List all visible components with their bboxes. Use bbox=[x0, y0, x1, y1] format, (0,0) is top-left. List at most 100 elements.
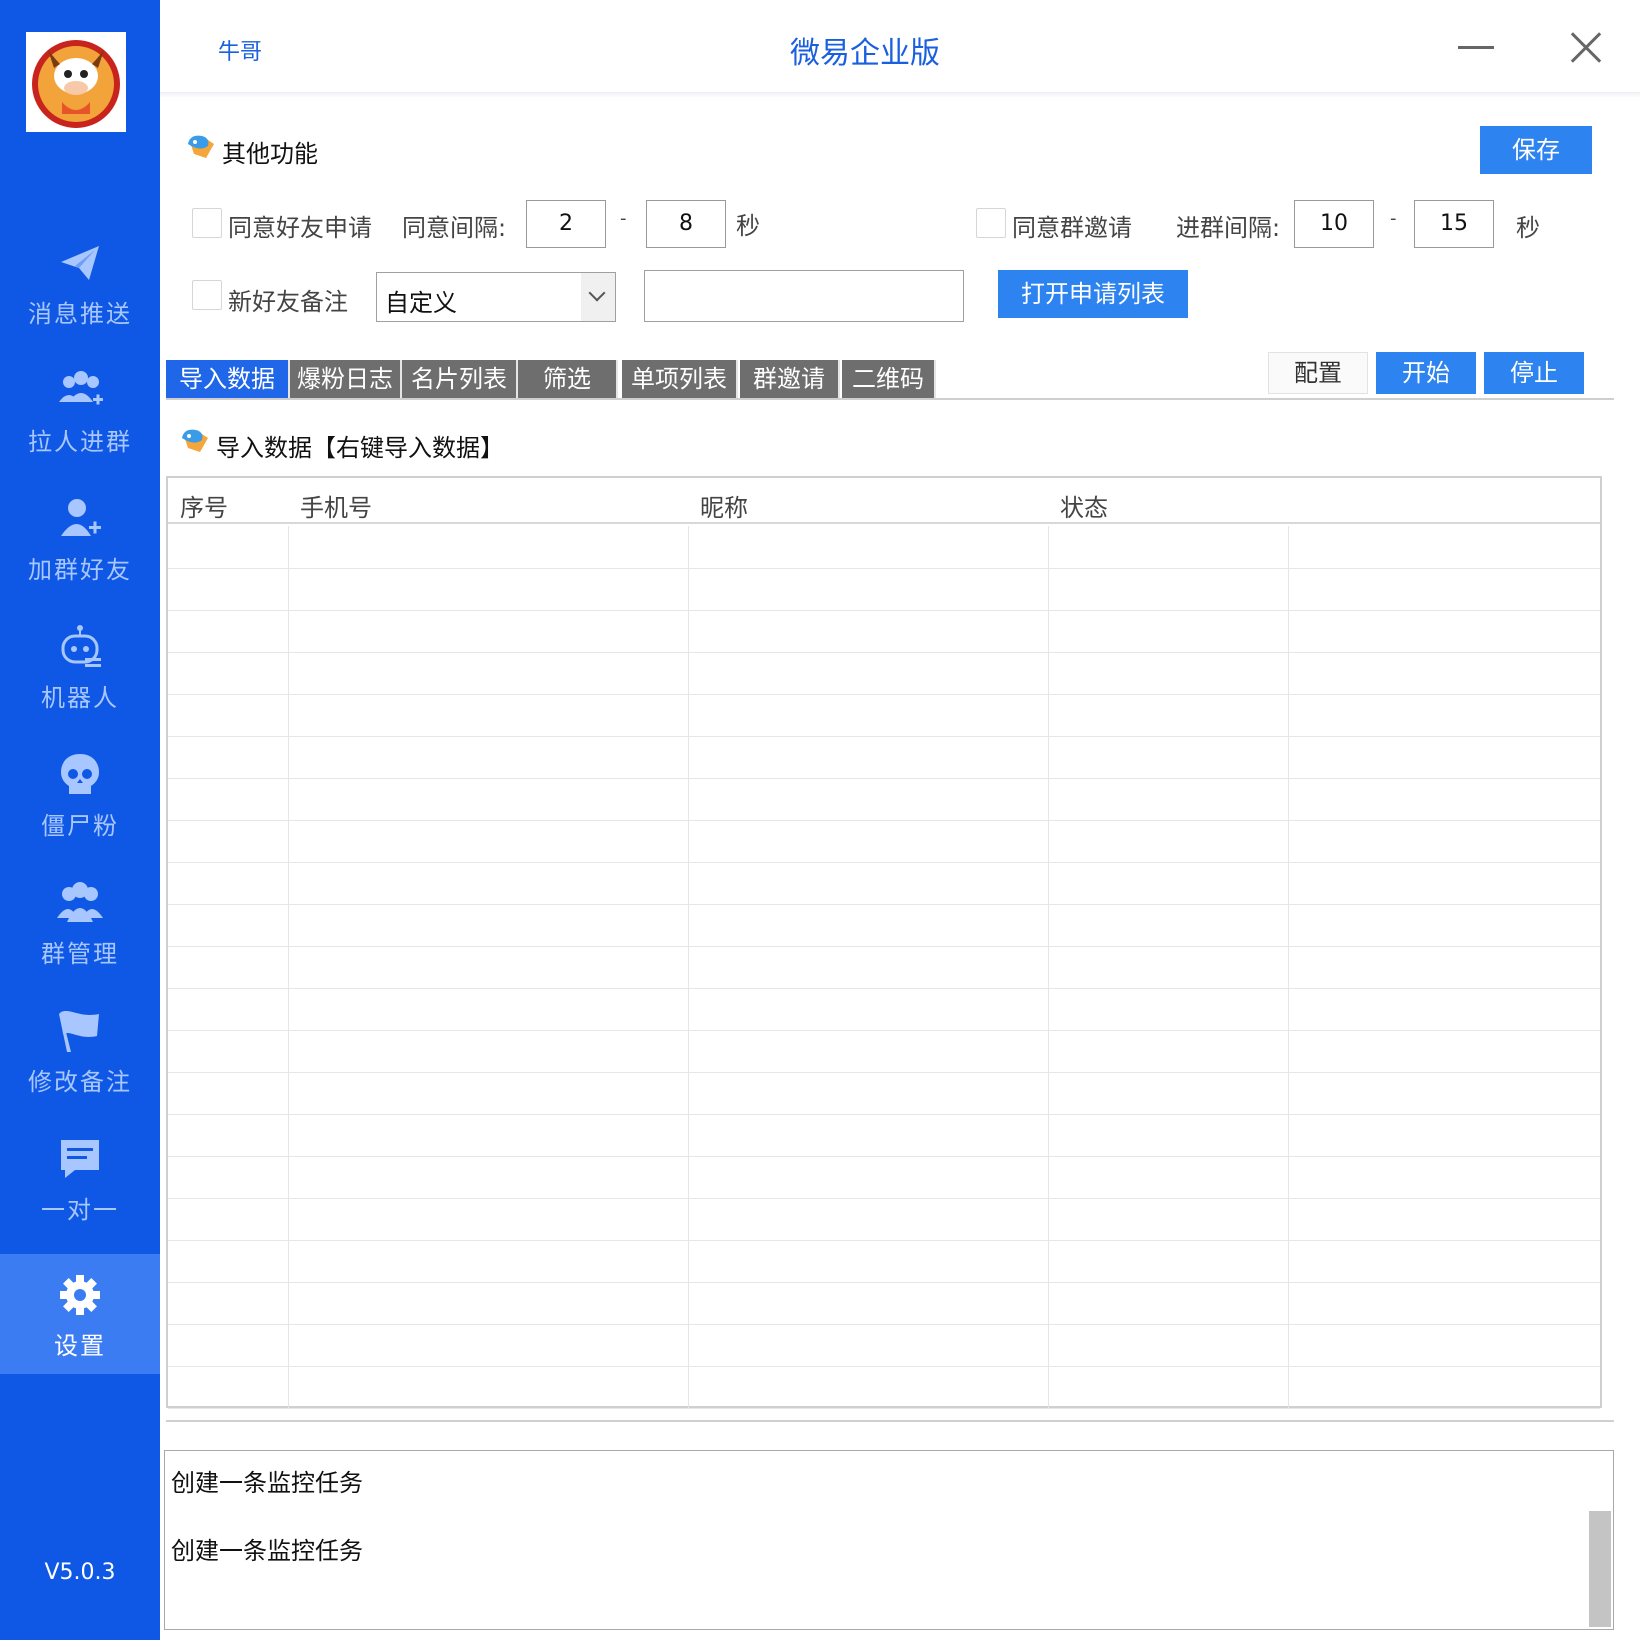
version-label: V5.0.3 bbox=[44, 1560, 116, 1585]
column-header-phone[interactable]: 手机号 bbox=[300, 488, 372, 523]
table-column-divider bbox=[1048, 526, 1049, 1408]
skull-icon bbox=[61, 754, 99, 794]
avatar[interactable] bbox=[26, 32, 126, 132]
log-output[interactable]: 创建一条监控任务 创建一条监控任务 bbox=[164, 1450, 1614, 1630]
agree-friend-request-label: 同意好友申请 bbox=[228, 214, 372, 242]
tab-divider bbox=[166, 398, 1614, 400]
sidebar-item-pull-into-group[interactable]: 拉人进群 bbox=[0, 350, 160, 470]
table-row-divider bbox=[168, 988, 1600, 989]
start-button[interactable]: 开始 bbox=[1376, 352, 1476, 394]
tab-qr-code[interactable]: 二维码 bbox=[842, 360, 936, 400]
data-table[interactable]: 序号 手机号 昵称 状态 bbox=[166, 476, 1602, 1409]
table-row-divider bbox=[168, 652, 1600, 653]
sidebar-item-label: 修改备注 bbox=[28, 1068, 132, 1096]
tab-group-invite[interactable]: 群邀请 bbox=[740, 360, 840, 400]
sidebar-item-message-push[interactable]: 消息推送 bbox=[0, 222, 160, 342]
agree-interval-max-input[interactable]: 8 bbox=[646, 200, 726, 248]
seconds-unit-label: 秒 bbox=[1516, 214, 1540, 242]
table-row-divider bbox=[168, 1114, 1600, 1115]
remark-type-value: 自定义 bbox=[385, 289, 457, 317]
user-add-icon bbox=[61, 499, 101, 536]
gear-icon bbox=[60, 1275, 100, 1315]
log-scrollbar[interactable] bbox=[1589, 1511, 1611, 1627]
tab-filter[interactable]: 筛选 bbox=[518, 360, 618, 400]
table-row-divider bbox=[168, 568, 1600, 569]
header-divider bbox=[160, 92, 1640, 98]
table-row-divider bbox=[168, 904, 1600, 905]
sidebar-item-zombie-fans[interactable]: 僵尸粉 bbox=[0, 734, 160, 854]
app-window: 消息推送 拉人进群 加群好友 机器人 僵尸粉 群管理 修改备注 一对一 设置 V… bbox=[0, 0, 1640, 1640]
table-column-divider bbox=[688, 526, 689, 1408]
sidebar-item-settings[interactable]: 设置 bbox=[0, 1254, 160, 1374]
sidebar-item-group-management[interactable]: 群管理 bbox=[0, 862, 160, 982]
seconds-unit-label: 秒 bbox=[736, 212, 760, 240]
close-button[interactable] bbox=[1566, 28, 1606, 68]
tab-single-list[interactable]: 单项列表 bbox=[622, 360, 738, 400]
tab-fan-log[interactable]: 爆粉日志 bbox=[290, 360, 402, 400]
sidebar-item-label: 机器人 bbox=[41, 684, 119, 712]
config-button[interactable]: 配置 bbox=[1268, 352, 1368, 394]
table-row-divider bbox=[168, 820, 1600, 821]
tag-icon bbox=[188, 135, 214, 158]
chat-bubble-icon bbox=[61, 1140, 99, 1178]
agree-group-invite-label: 同意群邀请 bbox=[1012, 214, 1132, 242]
table-header: 序号 手机号 昵称 状态 bbox=[168, 478, 1600, 524]
section-title-other-functions: 其他功能 bbox=[222, 140, 318, 168]
table-row-divider bbox=[168, 1072, 1600, 1073]
agree-interval-min-input[interactable]: 2 bbox=[526, 200, 606, 248]
section-title-import-data: 导入数据【右键导入数据】 bbox=[216, 434, 504, 462]
join-interval-min-input[interactable]: 10 bbox=[1294, 200, 1374, 248]
table-row-divider bbox=[168, 1240, 1600, 1241]
flag-icon bbox=[59, 1011, 99, 1052]
open-request-list-button[interactable]: 打开申请列表 bbox=[998, 270, 1188, 318]
table-divider bbox=[166, 1420, 1614, 1422]
remark-text-input[interactable] bbox=[644, 270, 964, 322]
sidebar: 消息推送 拉人进群 加群好友 机器人 僵尸粉 群管理 修改备注 一对一 设置 V… bbox=[0, 0, 160, 1640]
sidebar-item-label: 设置 bbox=[54, 1332, 106, 1360]
remark-type-select[interactable]: 自定义 bbox=[376, 272, 616, 322]
log-line: 创建一条监控任务 bbox=[171, 1537, 363, 1565]
table-row-divider bbox=[168, 1324, 1600, 1325]
join-interval-max-input[interactable]: 15 bbox=[1414, 200, 1494, 248]
chevron-down-icon[interactable] bbox=[581, 273, 615, 321]
sidebar-item-one-on-one[interactable]: 一对一 bbox=[0, 1118, 160, 1238]
table-row-divider bbox=[168, 736, 1600, 737]
column-header-status[interactable]: 状态 bbox=[1060, 488, 1108, 523]
stop-button[interactable]: 停止 bbox=[1484, 352, 1584, 394]
table-row-divider bbox=[168, 1156, 1600, 1157]
sidebar-item-label: 群管理 bbox=[41, 940, 119, 968]
join-interval-label: 进群间隔: bbox=[1176, 214, 1281, 242]
agree-group-invite-checkbox[interactable] bbox=[976, 208, 1006, 238]
sidebar-item-add-group-friends[interactable]: 加群好友 bbox=[0, 478, 160, 598]
user-name: 牛哥 bbox=[218, 40, 263, 65]
robot-icon bbox=[61, 625, 101, 667]
tag-icon bbox=[182, 429, 208, 452]
sidebar-item-label: 消息推送 bbox=[28, 300, 132, 328]
table-row-divider bbox=[168, 946, 1600, 947]
range-dash: - bbox=[1390, 208, 1397, 229]
column-header-index[interactable]: 序号 bbox=[180, 488, 228, 523]
table-row-divider bbox=[168, 1408, 1600, 1409]
table-row-divider bbox=[168, 610, 1600, 611]
table-row-divider bbox=[168, 1366, 1600, 1367]
save-button[interactable]: 保存 bbox=[1480, 126, 1592, 174]
table-column-divider bbox=[1288, 526, 1289, 1408]
log-line: 创建一条监控任务 bbox=[171, 1469, 363, 1497]
sidebar-item-robot[interactable]: 机器人 bbox=[0, 606, 160, 726]
sidebar-item-edit-remark[interactable]: 修改备注 bbox=[0, 990, 160, 1110]
range-dash: - bbox=[620, 208, 627, 229]
sidebar-item-label: 加群好友 bbox=[28, 556, 132, 584]
column-header-nickname[interactable]: 昵称 bbox=[700, 488, 748, 523]
sidebar-item-label: 僵尸粉 bbox=[41, 812, 119, 840]
group-add-icon bbox=[59, 371, 103, 405]
new-friend-remark-label: 新好友备注 bbox=[228, 288, 348, 316]
new-friend-remark-checkbox[interactable] bbox=[192, 280, 222, 310]
minimize-button[interactable] bbox=[1456, 28, 1496, 68]
tab-card-list[interactable]: 名片列表 bbox=[402, 360, 518, 400]
agree-friend-request-checkbox[interactable] bbox=[192, 208, 222, 238]
window-title: 微易企业版 bbox=[790, 36, 940, 71]
paper-plane-icon bbox=[61, 246, 99, 280]
agree-interval-label: 同意间隔: bbox=[402, 214, 507, 242]
tab-import-data[interactable]: 导入数据 bbox=[166, 360, 290, 400]
table-row-divider bbox=[168, 694, 1600, 695]
